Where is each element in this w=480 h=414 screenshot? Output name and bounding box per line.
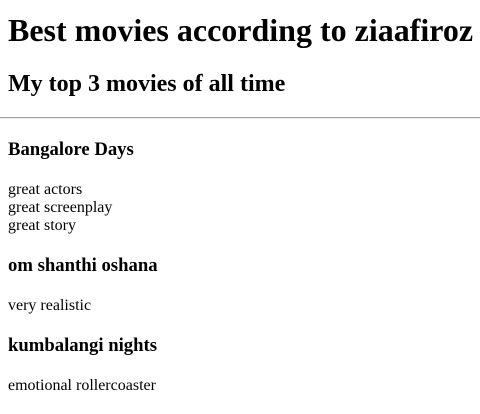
- movie-title-bangalore-days: Bangalore Days: [8, 139, 134, 160]
- movie-note: emotional rollercoaster: [8, 377, 156, 394]
- movie-description-kumbalangi-nights: emotional rollercoaster: [8, 377, 480, 395]
- movie-note: great actors: [8, 181, 83, 198]
- page-title: Best movies according to ziaafiroz: [8, 12, 474, 48]
- movie-note: great screenplay: [8, 199, 113, 216]
- movie-description-om-shanthi-oshana: very realistic: [8, 297, 480, 315]
- page-subtitle: My top 3 movies of all time: [8, 71, 286, 97]
- movie-note: great story: [8, 217, 76, 234]
- divider: [0, 117, 480, 119]
- page: Best movies according to ziaafiroz My to…: [0, 0, 480, 395]
- movie-note: very realistic: [8, 297, 92, 314]
- movie-description-bangalore-days: great actors great screenplay great stor…: [8, 181, 480, 235]
- movie-title-kumbalangi-nights: kumbalangi nights: [8, 335, 158, 356]
- movie-title-om-shanthi-oshana: om shanthi oshana: [8, 255, 158, 276]
